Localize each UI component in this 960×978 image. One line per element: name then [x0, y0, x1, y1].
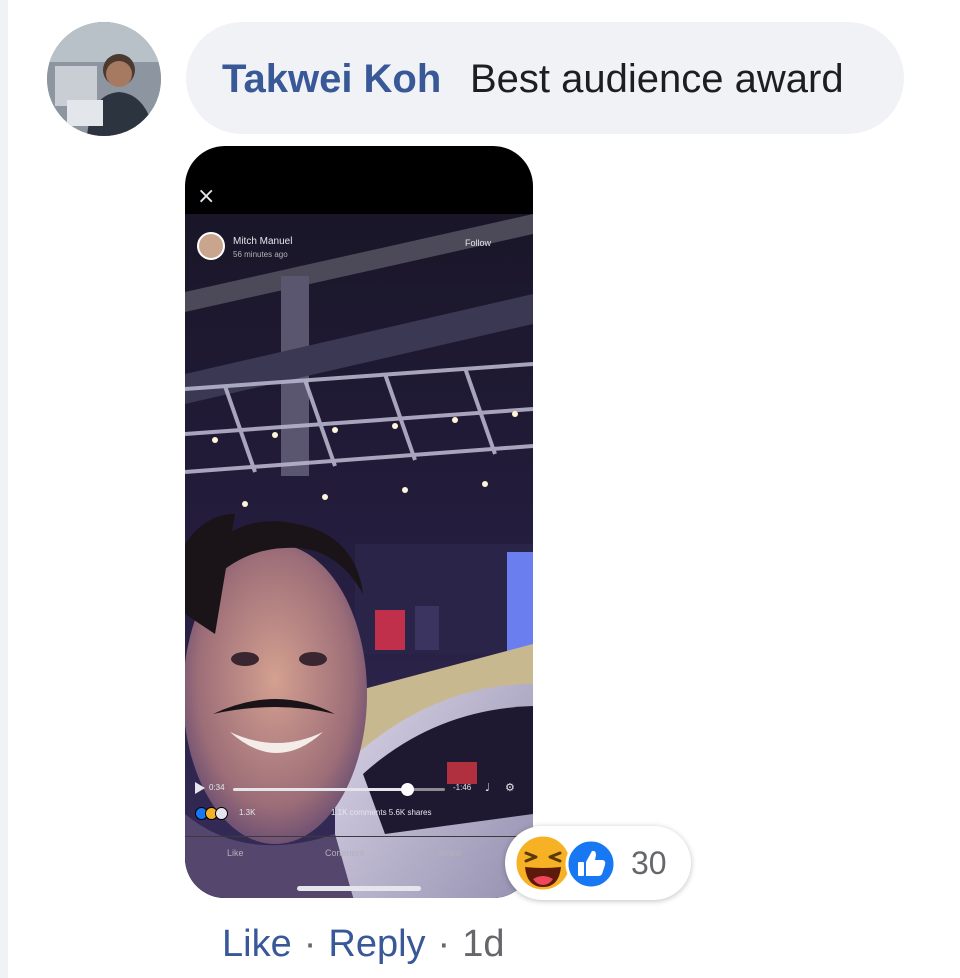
- play-icon[interactable]: [195, 781, 205, 795]
- reaction-count: 30: [631, 845, 667, 881]
- time-remaining: -1:46: [453, 783, 472, 792]
- separator: ·: [437, 923, 451, 965]
- reactions-summary[interactable]: 30: [505, 826, 691, 900]
- settings-icon[interactable]: ⚙: [505, 781, 515, 795]
- engagement-counts[interactable]: 1.1K comments 5.6K shares: [331, 807, 432, 818]
- comment-action[interactable]: Comment: [325, 847, 364, 859]
- poster-timestamp: 56 minutes ago: [233, 250, 288, 259]
- comment-age[interactable]: 1d: [462, 923, 504, 965]
- progress-fill: [233, 788, 407, 791]
- volume-icon[interactable]: ♩: [485, 781, 490, 795]
- reply-link[interactable]: Reply: [328, 923, 425, 965]
- progress-track[interactable]: [233, 783, 445, 796]
- time-elapsed: 0:34: [209, 783, 225, 792]
- separator: ·: [303, 923, 317, 965]
- user-avatar-icon: [47, 22, 161, 136]
- like-link[interactable]: Like: [222, 923, 292, 965]
- comment-author-link[interactable]: Takwei Koh: [222, 56, 441, 102]
- close-icon[interactable]: ×: [197, 186, 215, 208]
- reaction-total[interactable]: 1.3K: [239, 807, 255, 818]
- post-stats: 1.3K 1.1K comments 5.6K shares: [195, 806, 523, 820]
- page-divider: [0, 0, 8, 978]
- poster-name: Mitch Manuel: [233, 236, 293, 247]
- follow-button[interactable]: Follow: [465, 238, 491, 249]
- avatar[interactable]: [47, 22, 161, 136]
- comment-text: Best audience award: [470, 57, 844, 101]
- haha-icon: [513, 833, 573, 893]
- share-action[interactable]: Share: [437, 847, 461, 859]
- poster-avatar: [197, 232, 225, 260]
- wow-icon: [215, 807, 228, 820]
- post-action-bar: Like Comment Share: [185, 836, 533, 871]
- progress-knob[interactable]: [400, 783, 414, 796]
- like-icon: [565, 838, 617, 890]
- home-indicator: [297, 886, 421, 891]
- attachment-image[interactable]: × Mitch Manuel 56 minutes ago Follow 0:3…: [185, 146, 533, 898]
- like-action[interactable]: Like: [227, 847, 244, 859]
- video-controls: 0:34 -1:46 ♩ ⚙: [195, 781, 523, 797]
- comment-actions: Like · Reply · 1d: [222, 918, 504, 970]
